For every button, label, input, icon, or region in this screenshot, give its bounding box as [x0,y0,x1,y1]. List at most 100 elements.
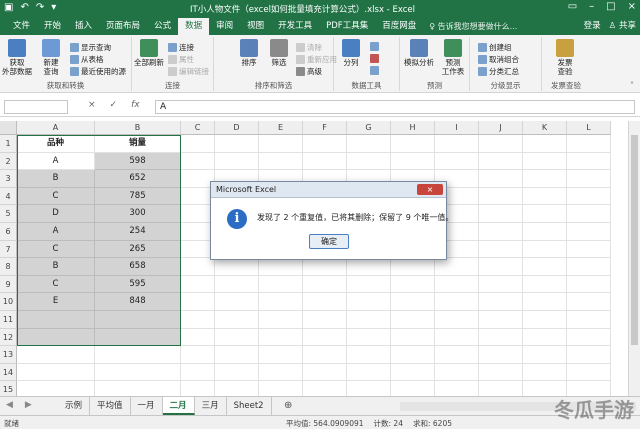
tab-3[interactable]: 页面布局 [99,18,147,35]
group-button[interactable]: 创建组 [478,42,512,53]
cell[interactable] [303,346,347,364]
cell[interactable] [479,275,523,294]
sheet-tab[interactable]: 示例 [58,397,91,415]
cell[interactable] [567,187,611,206]
cell[interactable] [347,328,391,347]
cancel-icon[interactable]: × [88,100,96,110]
subtotal-button[interactable]: 分类汇总 [478,66,519,77]
data-cell[interactable]: 598 [95,152,181,171]
remove-duplicates-button[interactable] [370,54,379,63]
cell[interactable] [567,363,611,382]
cell[interactable] [523,293,567,311]
cell[interactable] [391,135,435,153]
data-cell[interactable]: C [17,187,95,206]
vertical-scrollbar[interactable] [628,121,640,396]
formula-input[interactable]: A [155,100,635,114]
redo-icon[interactable]: ↷ [36,2,44,13]
cell[interactable] [435,135,479,153]
cell[interactable] [479,240,523,259]
cell[interactable] [567,346,611,364]
row-header[interactable]: 10 [0,293,17,311]
cell[interactable] [181,311,215,329]
cell[interactable] [347,135,391,153]
row-header[interactable]: 5 [0,205,17,223]
data-cell[interactable]: B [17,170,95,188]
insert-function-icon[interactable]: fx [131,100,140,110]
data-cell[interactable]: D [17,205,95,223]
cell[interactable] [17,328,95,347]
cell[interactable] [95,346,181,364]
cell[interactable] [479,346,523,364]
column-header[interactable]: K [523,121,567,135]
cell[interactable] [435,381,479,396]
cell[interactable] [523,152,567,171]
cell[interactable] [523,135,567,153]
what-if-button[interactable]: 模拟分析 [402,39,436,67]
row-header[interactable]: 7 [0,240,17,259]
clear-filter-button[interactable]: 清除 [296,42,322,53]
tab-8[interactable]: 开发工具 [271,18,319,35]
get-external-data-button[interactable]: 获取 外部数据 [2,39,32,76]
cell[interactable] [259,293,303,311]
tab-10[interactable]: 百度网盘 [375,18,423,35]
data-cell[interactable]: 595 [95,275,181,294]
cell[interactable] [479,381,523,396]
cell[interactable] [259,311,303,329]
cell[interactable] [435,363,479,382]
cell[interactable] [303,363,347,382]
cell[interactable] [391,258,435,276]
cell[interactable] [181,328,215,347]
undo-icon[interactable]: ↶ [20,2,28,13]
data-cell[interactable]: 785 [95,187,181,206]
cell[interactable] [391,346,435,364]
tab-4[interactable]: 公式 [147,18,178,35]
cell[interactable] [479,363,523,382]
cell[interactable] [17,346,95,364]
column-header[interactable]: F [303,121,347,135]
data-cell[interactable]: 652 [95,170,181,188]
cell[interactable] [259,135,303,153]
cell[interactable] [303,311,347,329]
cell[interactable] [347,346,391,364]
cell[interactable] [391,293,435,311]
cell[interactable] [479,152,523,171]
reapply-button[interactable]: 重新应用 [296,54,337,65]
cell[interactable] [523,363,567,382]
cell[interactable] [259,328,303,347]
tab-5[interactable]: 数据 [178,18,210,35]
cell[interactable] [303,152,347,171]
new-query-button[interactable]: 新建 查询 [36,39,66,76]
column-header[interactable]: J [479,121,523,135]
row-header[interactable]: 8 [0,258,17,276]
cell[interactable] [479,223,523,241]
cell[interactable] [17,311,95,329]
cell[interactable] [567,205,611,223]
cell[interactable] [181,363,215,382]
cell[interactable] [215,293,259,311]
cell[interactable] [523,328,567,347]
cell[interactable] [215,363,259,382]
cell[interactable] [259,258,303,276]
cell[interactable] [17,363,95,382]
cell[interactable] [181,275,215,294]
cell[interactable] [95,381,181,396]
cell[interactable] [523,205,567,223]
select-all-corner[interactable] [0,121,17,135]
tab-7[interactable]: 视图 [240,18,271,35]
cell[interactable] [567,170,611,188]
row-header[interactable]: 15 [0,381,17,396]
row-header[interactable]: 2 [0,152,17,171]
login-link[interactable]: 登录 [584,18,601,35]
cell[interactable] [391,381,435,396]
cell[interactable] [347,363,391,382]
sheet-tab[interactable]: 一月 [131,397,163,415]
cell[interactable] [391,152,435,171]
cell[interactable] [95,328,181,347]
row-header[interactable]: 1 [0,135,17,153]
cell[interactable] [567,328,611,347]
row-header[interactable]: 11 [0,311,17,329]
cell[interactable] [479,258,523,276]
sheet-tab[interactable]: Sheet2 [227,397,272,415]
tab-1[interactable]: 开始 [37,18,68,35]
data-cell[interactable]: C [17,240,95,259]
